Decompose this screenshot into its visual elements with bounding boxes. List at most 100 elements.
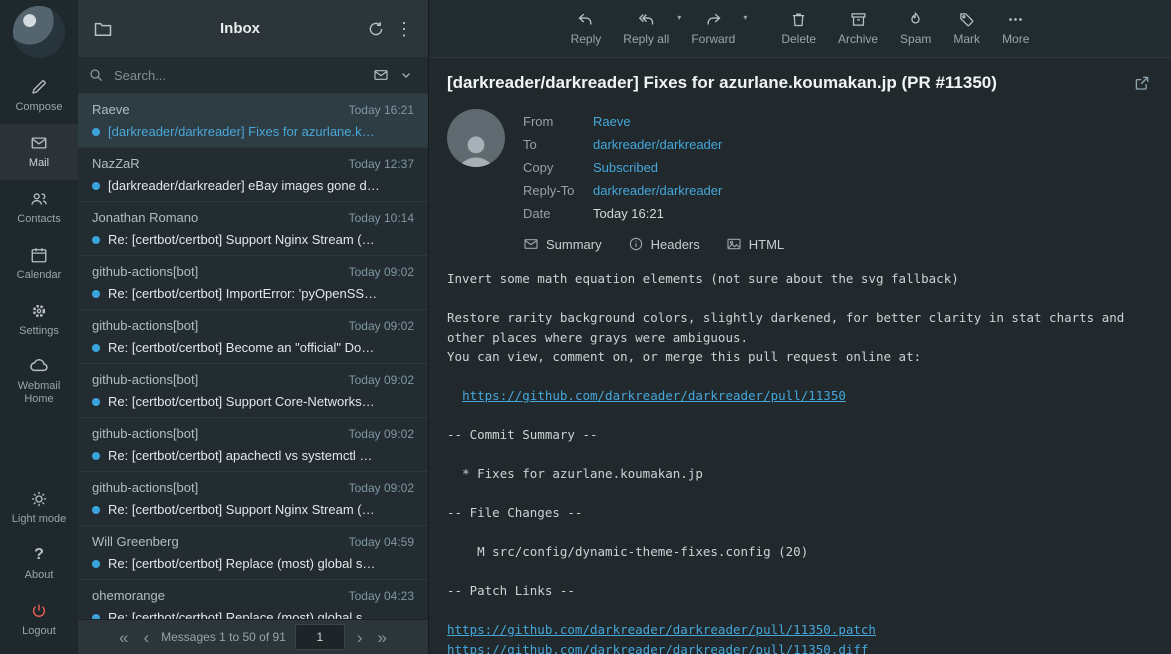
person-icon (453, 128, 499, 167)
pagination-bar: « ‹ Messages 1 to 50 of 91 › » (78, 619, 428, 654)
avatar (447, 109, 505, 167)
header-row-copy: Copy Subscribed (523, 156, 722, 179)
search-input[interactable] (112, 67, 368, 84)
archive-button[interactable]: Archive (831, 9, 885, 48)
header-row-to: To darkreader/darkreader (523, 133, 722, 156)
sidebar-item-logout[interactable]: Logout (0, 592, 78, 648)
chevron-down-icon (399, 68, 413, 82)
header-rows: From Raeve To darkreader/darkreader Copy… (523, 109, 722, 225)
message-list-item[interactable]: github-actions[bot] Today 09:02 Re: [cer… (78, 310, 428, 364)
sidebar-item-compose[interactable]: Compose (0, 68, 78, 124)
spam-button[interactable]: Spam (893, 9, 938, 48)
next-page-button[interactable]: › (354, 629, 366, 646)
message-date: Today 09:02 (349, 427, 414, 441)
summary-label: Summary (546, 237, 602, 252)
header-value-link[interactable]: darkreader/darkreader (593, 179, 722, 202)
kebab-icon: ⋮ (395, 20, 413, 38)
open-in-new-window-button[interactable] (1131, 72, 1153, 97)
refresh-button[interactable] (362, 15, 390, 43)
refresh-icon (367, 20, 385, 38)
pencil-icon (30, 78, 48, 96)
delete-label: Delete (781, 32, 816, 46)
body-line: Invert some math equation elements (not … (447, 269, 1153, 289)
list-options-button[interactable]: ⋮ (390, 15, 418, 43)
sidebar-item-label: Contacts (17, 213, 60, 226)
summary-toggle[interactable]: Summary (523, 236, 602, 252)
sidebar-item-label: Calendar (17, 269, 62, 282)
message-sender: ohemorange (92, 588, 165, 603)
last-page-button[interactable]: » (375, 629, 390, 646)
sidebar-item-calendar[interactable]: Calendar (0, 236, 78, 292)
message-list-item[interactable]: github-actions[bot] Today 09:02 Re: [cer… (78, 472, 428, 526)
list-header: Inbox ⋮ (78, 0, 428, 57)
body-link[interactable]: https://github.com/darkreader/darkreader… (447, 642, 868, 654)
gear-icon (30, 302, 48, 320)
message-subject: [darkreader/darkreader] eBay images gone… (108, 178, 414, 193)
app-logo[interactable] (13, 6, 65, 58)
page-number-input[interactable] (295, 624, 345, 650)
mark-button[interactable]: Mark (946, 9, 987, 48)
reply-button[interactable]: Reply (564, 9, 609, 48)
sidebar-item-mail[interactable]: Mail (0, 124, 78, 180)
sidebar-item-contacts[interactable]: Contacts (0, 180, 78, 236)
message-date: Today 16:21 (349, 103, 414, 117)
header-row-reply-to: Reply-To darkreader/darkreader (523, 179, 722, 202)
body-link[interactable]: https://github.com/darkreader/darkreader… (462, 388, 846, 403)
search-options-button[interactable] (394, 63, 418, 87)
sidebar-item-light-mode[interactable]: Light mode (0, 480, 78, 536)
body-line: https://github.com/darkreader/darkreader… (447, 640, 1153, 654)
message-list-item[interactable]: Will Greenberg Today 04:59 Re: [certbot/… (78, 526, 428, 580)
calendar-icon (30, 246, 48, 264)
folders-button[interactable] (88, 14, 118, 44)
prev-page-button[interactable]: ‹ (140, 629, 152, 646)
sidebar-item-settings[interactable]: Settings (0, 292, 78, 348)
message-list-item[interactable]: github-actions[bot] Today 09:02 Re: [cer… (78, 256, 428, 310)
more-label: More (1002, 32, 1029, 46)
first-page-button[interactable]: « (116, 629, 131, 646)
forward-label: Forward (691, 32, 735, 46)
message-content: [darkreader/darkreader] Fixes for azurla… (429, 58, 1171, 654)
body-link[interactable]: https://github.com/darkreader/darkreader… (447, 622, 876, 637)
forward-button[interactable]: Forward ▾ (684, 9, 742, 48)
message-sender: NazZaR (92, 156, 140, 171)
message-list-item[interactable]: github-actions[bot] Today 09:02 Re: [cer… (78, 418, 428, 472)
archive-icon (850, 11, 867, 28)
header-value-link[interactable]: Subscribed (593, 156, 658, 179)
message-list-item[interactable]: Raeve Today 16:21 [darkreader/darkreader… (78, 94, 428, 148)
sidebar-item-webmail-home[interactable]: Webmail Home (0, 348, 78, 412)
body-line: M src/config/dynamic-theme-fixes.config … (447, 542, 1153, 562)
html-toggle[interactable]: HTML (726, 236, 784, 252)
message-list: Raeve Today 16:21 [darkreader/darkreader… (78, 94, 428, 619)
header-value-link[interactable]: Raeve (593, 110, 631, 133)
message-subject: Re: [certbot/certbot] Replace (most) glo… (108, 610, 414, 619)
headers-toggle[interactable]: Headers (628, 236, 700, 252)
search-scope-button[interactable] (368, 62, 394, 88)
unread-dot-icon (92, 506, 100, 514)
message-date: Today 04:59 (349, 535, 414, 549)
reply-all-button[interactable]: Reply all ▾ (616, 9, 676, 48)
message-date: Today 12:37 (349, 157, 414, 171)
message-date: Today 09:02 (349, 265, 414, 279)
more-button[interactable]: More (995, 9, 1036, 48)
reply-label: Reply (571, 32, 602, 46)
header-value-link[interactable]: darkreader/darkreader (593, 133, 722, 156)
message-list-item[interactable]: NazZaR Today 12:37 [darkreader/darkreade… (78, 148, 428, 202)
pagination-status: Messages 1 to 50 of 91 (161, 630, 286, 644)
message-subject-row: [darkreader/darkreader] eBay images gone… (92, 178, 414, 193)
view-options-row: Summary Headers HTML (523, 236, 1153, 252)
message-date: Today 04:23 (349, 589, 414, 603)
message-list-item[interactable]: Jonathan Romano Today 10:14 Re: [certbot… (78, 202, 428, 256)
folder-title: Inbox (118, 20, 362, 37)
message-list-item[interactable]: ohemorange Today 04:23 Re: [certbot/cert… (78, 580, 428, 619)
html-label: HTML (749, 237, 784, 252)
sidebar-item-about[interactable]: ? About (0, 536, 78, 592)
message-sender: github-actions[bot] (92, 426, 198, 441)
delete-button[interactable]: Delete (774, 9, 823, 48)
message-meta-row: Will Greenberg Today 04:59 (92, 534, 414, 549)
body-line (447, 484, 1153, 504)
message-list-item[interactable]: github-actions[bot] Today 09:02 Re: [cer… (78, 364, 428, 418)
folder-icon (93, 19, 113, 39)
body-line: -- Commit Summary -- (447, 425, 1153, 445)
mark-label: Mark (953, 32, 980, 46)
body-line (447, 523, 1153, 543)
